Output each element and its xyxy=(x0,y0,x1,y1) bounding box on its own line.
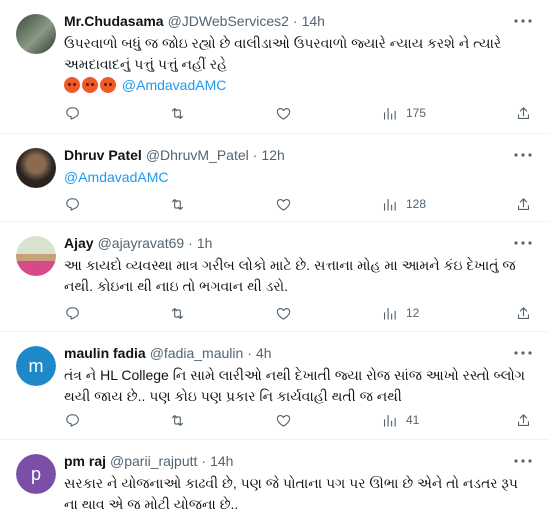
reply-icon xyxy=(66,306,79,320)
angry-face-icon xyxy=(100,77,116,93)
analytics-icon xyxy=(383,107,396,120)
tweet-actions: 12 xyxy=(64,303,532,323)
like-button[interactable] xyxy=(275,196,292,213)
mention-link[interactable]: @AmdavadAMC xyxy=(64,169,168,185)
like-button[interactable] xyxy=(275,105,292,122)
reply-feed: Mr.Chudasama @JDWebServices2 · 14h ઉપરવા… xyxy=(0,0,549,513)
tweet-text: તંત્ર ને HL College નિ સામે લારીઓ નથી દે… xyxy=(64,367,526,404)
more-options-icon[interactable] xyxy=(513,344,533,362)
heart-icon xyxy=(276,198,291,211)
tweet[interactable]: Ajay @ajayravat69 · 1h આ કાયદો વ્યવસ્થા … xyxy=(0,222,549,332)
share-button[interactable] xyxy=(515,305,532,322)
separator-dot: · xyxy=(252,147,258,163)
views-button[interactable]: 12 xyxy=(381,305,419,322)
retweet-button[interactable] xyxy=(169,196,186,213)
angry-face-icon xyxy=(64,77,80,93)
retweet-button[interactable] xyxy=(169,305,186,322)
views-button[interactable]: 41 xyxy=(381,412,419,429)
tweet-actions: 128 xyxy=(64,194,532,214)
views-button[interactable]: 175 xyxy=(381,105,426,122)
analytics-icon xyxy=(383,198,396,211)
tweet-actions: 41 xyxy=(64,410,532,430)
tweet[interactable]: Mr.Chudasama @JDWebServices2 · 14h ઉપરવા… xyxy=(0,0,549,134)
avatar[interactable]: p xyxy=(16,454,56,494)
views-button[interactable]: 128 xyxy=(381,196,426,213)
share-button[interactable] xyxy=(515,412,532,429)
author-handle[interactable]: @DhruvM_Patel xyxy=(146,146,249,164)
author-name[interactable]: pm raj xyxy=(64,452,106,470)
like-button[interactable] xyxy=(275,305,292,322)
avatar[interactable] xyxy=(16,236,56,276)
share-icon xyxy=(517,413,530,426)
more-options-icon[interactable] xyxy=(513,12,533,30)
author-handle[interactable]: @ajayravat69 xyxy=(98,234,185,252)
more-options-icon[interactable] xyxy=(513,146,533,164)
avatar[interactable]: m xyxy=(16,346,56,386)
tweet-text: @AmdavadAMC xyxy=(64,167,533,188)
tweet-text: ઉપરવાળો બધું જ જોઇ રહ્યો છે વાલીડાઓ ઉપરવ… xyxy=(64,33,533,96)
mention-link[interactable]: @AmdavadAMC xyxy=(122,77,226,93)
tweet-actions: 175 xyxy=(64,103,532,123)
heart-icon xyxy=(276,107,291,120)
heart-icon xyxy=(276,307,291,320)
retweet-icon xyxy=(171,107,184,119)
tweet-text: સરકાર ને યોજનાઓ કાઢવી છે, પણ જે પોતાના પ… xyxy=(64,475,518,512)
share-icon xyxy=(517,106,530,119)
share-button[interactable] xyxy=(515,196,532,213)
timestamp[interactable]: 1h xyxy=(197,234,213,252)
retweet-button[interactable] xyxy=(169,105,186,122)
tweet-body: ઉપરવાળો બધું જ જોઇ રહ્યો છે વાલીડાઓ ઉપરવ… xyxy=(64,35,502,72)
tweet-text: આ કાયદો વ્યવસ્થા માત્ર ગરીબ લોકો માટે છે… xyxy=(64,257,516,294)
separator-dot: · xyxy=(188,235,193,251)
timestamp[interactable]: 14h xyxy=(302,12,325,30)
like-button[interactable] xyxy=(275,412,292,429)
author-handle[interactable]: @fadia_maulin xyxy=(150,344,244,362)
separator-dot: · xyxy=(292,13,298,29)
views-count: 128 xyxy=(406,197,427,211)
timestamp[interactable]: 14h xyxy=(210,452,233,470)
separator-dot: · xyxy=(201,453,207,469)
analytics-icon xyxy=(383,414,396,427)
author-name[interactable]: Mr.Chudasama xyxy=(64,12,164,30)
share-button[interactable] xyxy=(515,105,532,122)
avatar[interactable] xyxy=(16,148,56,188)
avatar[interactable] xyxy=(16,14,56,54)
reply-button[interactable] xyxy=(64,305,81,322)
retweet-icon xyxy=(171,414,184,426)
tweet[interactable]: p pm raj @parii_rajputt · 14h સરકાર ને ય… xyxy=(0,440,549,513)
tweet[interactable]: Dhruv Patel @DhruvM_Patel · 12h @Amdavad… xyxy=(0,134,549,222)
reply-icon xyxy=(66,197,79,211)
author-name[interactable]: maulin fadia xyxy=(64,344,146,362)
tweet[interactable]: m maulin fadia @fadia_maulin · 4h તંત્ર … xyxy=(0,332,549,440)
more-options-icon[interactable] xyxy=(513,234,533,252)
share-icon xyxy=(517,306,530,319)
author-handle[interactable]: @JDWebServices2 xyxy=(168,12,289,30)
reply-icon xyxy=(66,106,79,120)
views-count: 175 xyxy=(406,106,427,120)
retweet-button[interactable] xyxy=(169,412,186,429)
share-icon xyxy=(517,197,530,210)
author-name[interactable]: Dhruv Patel xyxy=(64,146,142,164)
reply-icon xyxy=(66,413,79,427)
reply-button[interactable] xyxy=(64,412,81,429)
author-name[interactable]: Ajay xyxy=(64,234,94,252)
avatar-initial: m xyxy=(16,346,56,386)
heart-icon xyxy=(276,414,291,427)
reply-button[interactable] xyxy=(64,105,81,122)
timestamp[interactable]: 12h xyxy=(261,146,284,164)
author-handle[interactable]: @parii_rajputt xyxy=(110,452,197,470)
views-count: 41 xyxy=(406,413,420,427)
retweet-icon xyxy=(171,307,184,319)
retweet-icon xyxy=(171,198,184,210)
analytics-icon xyxy=(383,307,396,320)
more-options-icon[interactable] xyxy=(513,452,533,470)
reply-button[interactable] xyxy=(64,196,81,213)
views-count: 12 xyxy=(406,306,420,320)
angry-face-icon xyxy=(82,77,98,93)
timestamp[interactable]: 4h xyxy=(256,344,272,362)
separator-dot: · xyxy=(247,345,252,361)
avatar-initial: p xyxy=(16,454,56,494)
